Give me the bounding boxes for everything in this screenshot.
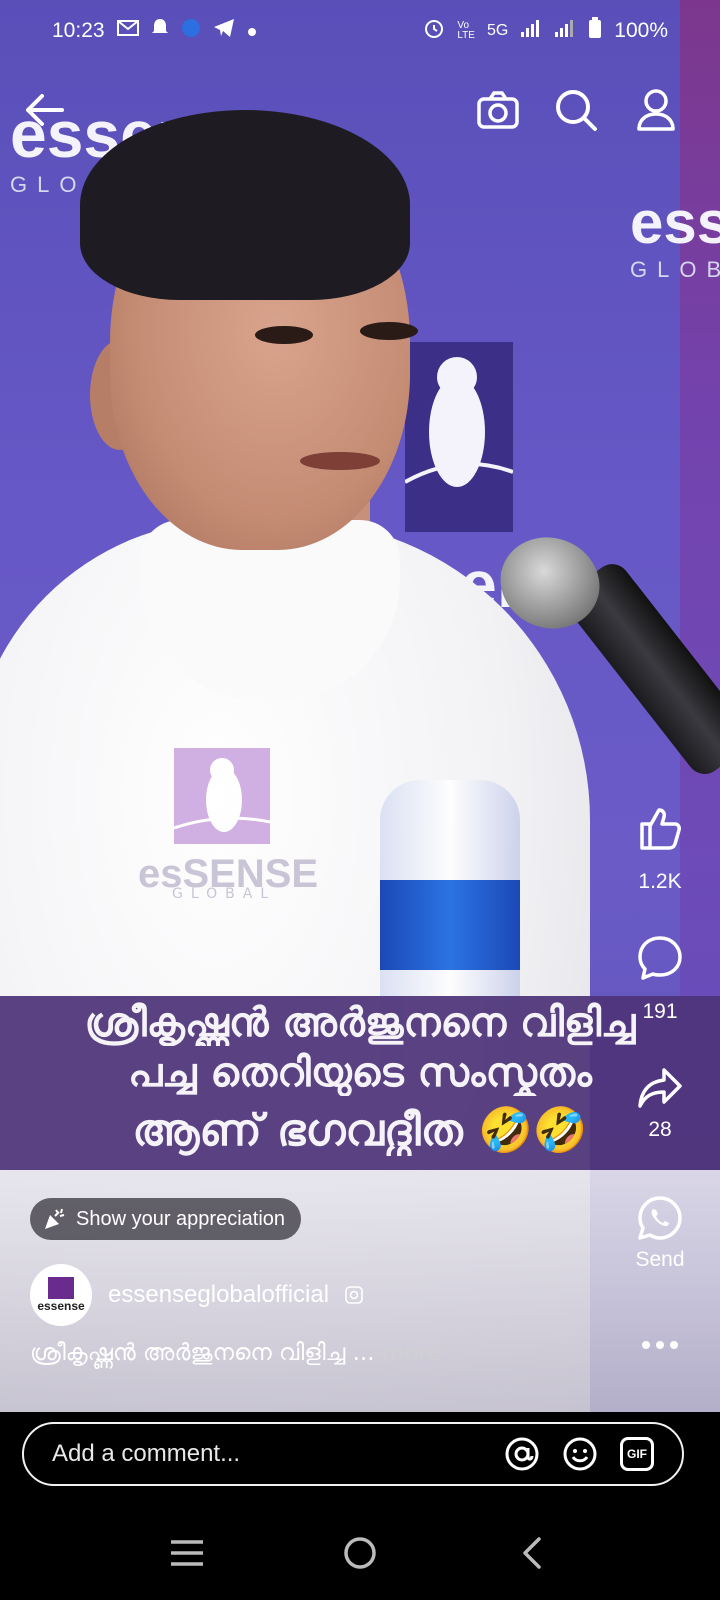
like-button[interactable]: 1.2K (620, 804, 700, 894)
avatar-logo-text: essense (37, 1299, 85, 1313)
post-description[interactable]: ശ്രീകൃഷ്ണൻ അർജുനനെ വിളിച്ച ... more (30, 1340, 441, 1366)
back-arrow-icon[interactable] (22, 88, 66, 132)
system-nav-bar (0, 1506, 720, 1600)
instagram-icon (345, 1286, 363, 1304)
more-dots-icon (642, 1341, 678, 1349)
back-icon[interactable] (515, 1535, 551, 1571)
status-bar: 10:23 Vo LTE 5G 100% (0, 0, 720, 62)
speaker-hair (80, 110, 410, 300)
app-notification-icon (181, 18, 201, 44)
gif-icon[interactable]: GIF (620, 1437, 654, 1471)
battery-icon (588, 17, 602, 45)
telegram-icon (213, 18, 235, 44)
comment-bubble-icon (638, 936, 682, 980)
description-text: ശ്രീകൃഷ്ണൻ അർജുനനെ വിളിച്ച ... (30, 1340, 375, 1366)
home-icon[interactable] (342, 1535, 378, 1571)
caption-line: ആണ് ഭഗവദ്ഗീത 🤣🤣 (132, 1105, 588, 1156)
author-name[interactable]: essenseglobalofficial (108, 1281, 329, 1309)
more-notifications-dot-icon (247, 19, 257, 43)
comment-input[interactable]: Add a comment... GIF (22, 1422, 684, 1486)
watermark-subtext: GLOBAL (172, 886, 277, 902)
volte-icon: Vo LTE (457, 20, 475, 41)
avatar-logo-icon (48, 1277, 74, 1299)
speaker-eye (255, 326, 313, 344)
like-count: 1.2K (638, 870, 682, 893)
emoji-icon[interactable] (562, 1436, 598, 1472)
avatar[interactable]: essense (30, 1264, 92, 1326)
send-label: Send (635, 1248, 685, 1271)
comment-bar: Add a comment... GIF (0, 1412, 720, 1506)
network-type: 5G (486, 22, 509, 39)
gif-label: GIF (627, 1447, 647, 1461)
share-button[interactable]: 28 (620, 1064, 700, 1142)
video-caption-band: ശ്രീകൃഷ്ണൻ അർജുനനെ വിളിച്ച പച്ച തെറിയുടെ… (0, 996, 720, 1170)
alarm-icon (423, 17, 445, 45)
status-time: 10:23 (52, 19, 105, 42)
comment-button[interactable]: 191 (620, 934, 700, 1024)
profile-icon[interactable] (634, 88, 678, 132)
share-arrow-icon (638, 1068, 682, 1108)
speaker-eye (360, 322, 418, 340)
signal-strength-icon (520, 18, 542, 44)
backdrop-bird-logo (404, 342, 514, 532)
comment-count: 191 (642, 1000, 678, 1023)
camera-icon[interactable] (476, 88, 520, 132)
mention-icon[interactable] (504, 1436, 540, 1472)
caption-line: പച്ച തെറിയുടെ സംസ്കൃതം (128, 1050, 592, 1096)
show-appreciation-button[interactable]: Show your appreciation (30, 1198, 302, 1240)
recent-apps-icon[interactable] (169, 1538, 205, 1568)
party-popper-icon (45, 1208, 65, 1229)
author-row[interactable]: essense essenseglobalofficial (30, 1264, 363, 1326)
speaker-mouth (300, 452, 380, 470)
search-icon[interactable] (554, 88, 598, 132)
show-appreciation-label: Show your appreciation (76, 1207, 286, 1230)
notification-bell-icon (151, 18, 169, 44)
more-options-button[interactable] (620, 1330, 700, 1360)
thumbs-up-icon (640, 808, 681, 850)
watermark-logo-icon (173, 748, 271, 844)
comment-placeholder: Add a comment... (52, 1440, 241, 1467)
more-link[interactable]: more (382, 1340, 442, 1366)
battery-level: 100% (614, 19, 668, 42)
send-whatsapp-button[interactable]: Send (620, 1194, 700, 1272)
signal-strength-secondary-icon (554, 18, 576, 44)
share-count: 28 (648, 1118, 672, 1141)
whatsapp-icon (638, 1196, 682, 1240)
caption-line: ശ്രീകൃഷ്ണൻ അർജുനനെ വിളിച്ച (84, 1000, 636, 1046)
gmail-icon (116, 19, 139, 43)
water-bottle-label (380, 880, 520, 970)
backdrop-logo-right: essense GLOBAL (630, 189, 720, 282)
